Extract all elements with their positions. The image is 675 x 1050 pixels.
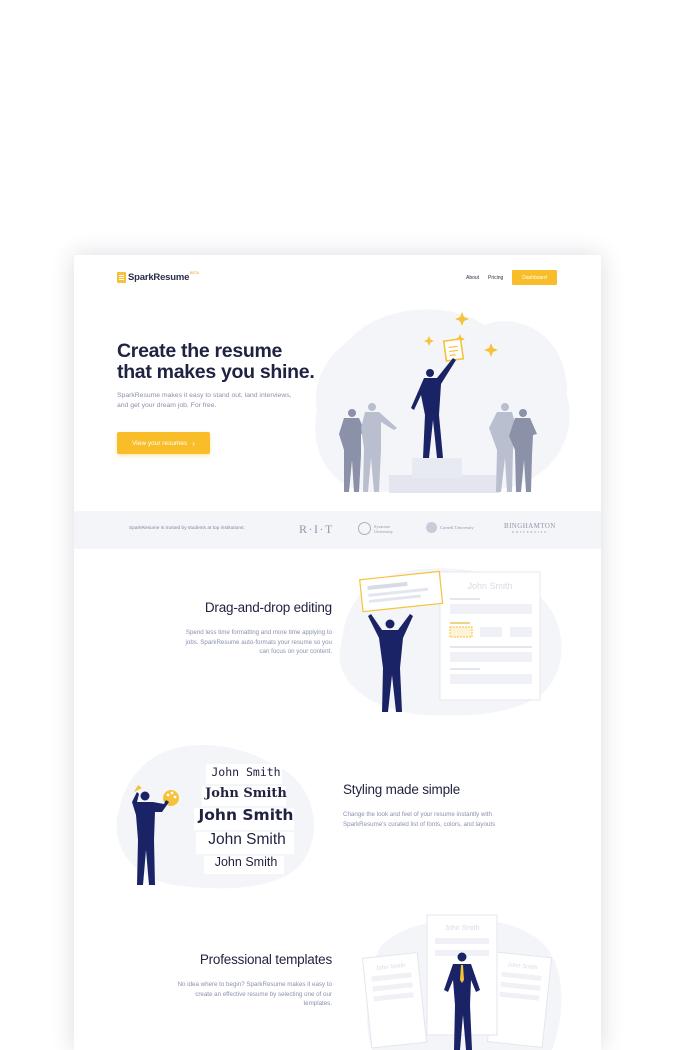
feature-drag-drop-body: Spend less time formatting and more time…: [185, 629, 333, 655]
syracuse-line1: Syracuse: [374, 523, 391, 529]
binghamton-logo: BINGHAMTON UNIVERSITY: [504, 522, 556, 534]
font-sample-5: John Smith: [214, 855, 278, 869]
landing-page-card: SparkResume BETA About Pricing Dashboard…: [74, 255, 601, 1050]
cornell-name: Cornell University: [440, 525, 474, 530]
beta-tag: BETA: [190, 271, 200, 275]
font-sample-3: John Smith: [198, 806, 294, 824]
templates-illustration: John Smith John Smith John Smith: [362, 914, 562, 1050]
view-resumes-button[interactable]: View your resumes ›: [117, 432, 210, 454]
podium-illustration: [315, 309, 570, 493]
view-resumes-label: View your resumes: [132, 439, 188, 447]
rit-logo: R·I·T: [299, 522, 334, 536]
cornell-logo: Cornell University: [426, 522, 474, 533]
binghamton-line2: UNIVERSITY: [511, 530, 548, 534]
feature-drag-drop-title: Drag-and-drop editing: [204, 600, 332, 615]
nav-link-pricing[interactable]: Pricing: [488, 275, 503, 281]
brand-logo[interactable]: SparkResume BETA: [117, 270, 199, 284]
dashboard-button[interactable]: Dashboard: [512, 270, 557, 285]
trust-text: SparkResume is trusted by students at to…: [129, 526, 245, 531]
drag-drop-illustration: John Smith: [339, 568, 562, 716]
resume-name-text: John Smith: [467, 581, 512, 591]
font-sample-2: John Smith: [205, 786, 287, 801]
syracuse-line2: University: [374, 528, 393, 534]
brand-name: SparkResume: [128, 271, 190, 283]
feature-styling-body: Change the look and feel of your resume …: [343, 811, 496, 828]
nav-link-about[interactable]: About: [466, 275, 479, 281]
feature-styling-title: Styling made simple: [343, 782, 461, 797]
feature-templates-body: No idea where to begin? SparkResume make…: [177, 981, 332, 1007]
cornell-seal-icon: [426, 522, 437, 533]
chevron-right-icon: ›: [192, 438, 195, 448]
syracuse-logo: Syracuse University: [358, 522, 393, 535]
font-sample-1: John Smith: [211, 765, 281, 779]
binghamton-line1: BINGHAMTON: [504, 522, 556, 530]
font-sample-4: John Smith: [208, 831, 286, 848]
feature-templates-title: Professional templates: [199, 952, 332, 967]
template-name-3: John Smith: [444, 925, 479, 932]
syracuse-seal-icon: [358, 522, 371, 535]
logo-icon: [117, 271, 126, 283]
hero-subtitle: SparkResume makes it easy to stand out, …: [117, 392, 292, 409]
